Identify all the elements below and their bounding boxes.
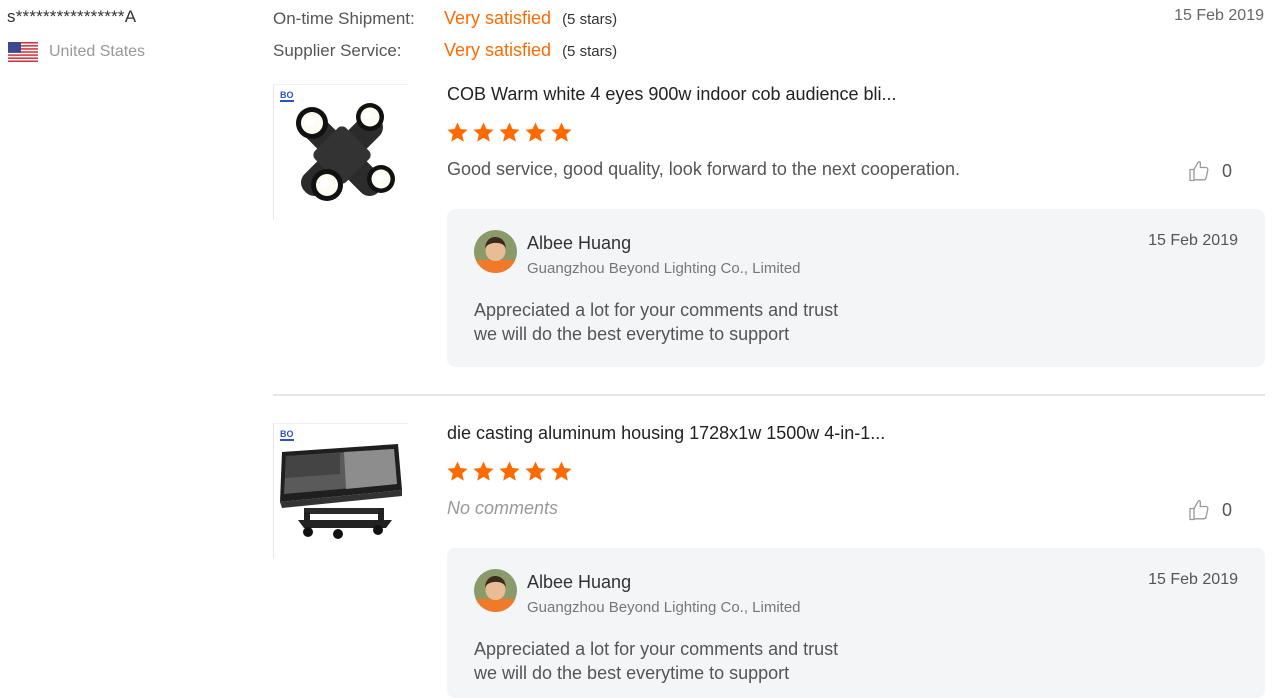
star-icon (551, 461, 572, 481)
star-icon (551, 122, 572, 142)
supplier-ratings: On-time Shipment: Very satisfied (5 star… (273, 8, 617, 72)
reply-line: we will do the best everytime to support (474, 663, 790, 683)
country-name: United States (49, 43, 146, 60)
review-comment: No comments (447, 498, 559, 518)
rating-label: Supplier Service: (273, 41, 402, 60)
rating-stars-text: (5 stars) (562, 11, 618, 28)
rating-value: Very satisfied (444, 40, 552, 60)
product-image[interactable]: BO (273, 423, 409, 559)
like-count: 0 (1221, 499, 1232, 520)
like-button[interactable]: 0 (1187, 159, 1232, 183)
star-icon (525, 122, 546, 142)
reply-text: Appreciated a lot for your comments and … (474, 298, 838, 346)
review-comment: Good service, good quality, look forward… (447, 159, 960, 179)
reply-company: Guangzhou Beyond Lighting Co., Limited (527, 599, 801, 616)
brand-logo-text: BO (280, 90, 294, 100)
reply-text: Appreciated a lot for your comments and … (474, 637, 838, 685)
product-title-link[interactable]: COB Warm white 4 eyes 900w indoor cob au… (447, 84, 897, 105)
rating-service: Supplier Service: Very satisfied (5 star… (273, 40, 617, 72)
review-date: 15 Feb 2019 (1174, 7, 1264, 24)
rating-label: On-time Shipment: (273, 9, 415, 28)
product-rating-stars (446, 460, 573, 483)
led-panel-image: BO (280, 429, 402, 539)
product-title-link[interactable]: die casting aluminum housing 1728x1w 150… (447, 423, 885, 444)
reviewer-country: United States (8, 42, 145, 62)
reviewer-name: s****************A (7, 7, 137, 26)
reply-date: 15 Feb 2019 (1148, 571, 1238, 588)
reply-author: Albee Huang (527, 572, 632, 592)
rating-shipment: On-time Shipment: Very satisfied (5 star… (273, 8, 617, 40)
brand-logo-text: BO (280, 429, 294, 439)
like-count: 0 (1221, 160, 1232, 181)
star-icon (447, 122, 468, 142)
reply-date: 15 Feb 2019 (1148, 232, 1238, 249)
thumbs-up-icon (1189, 499, 1209, 521)
star-icon (499, 461, 520, 481)
rating-value: Very satisfied (444, 8, 552, 28)
us-flag-icon (8, 42, 38, 62)
reply-line: Appreciated a lot for your comments and … (474, 639, 839, 659)
star-icon (499, 122, 520, 142)
avatar (474, 230, 517, 273)
supplier-reply: Albee Huang Guangzhou Beyond Lighting Co… (447, 548, 1265, 698)
star-icon (473, 122, 494, 142)
reply-author: Albee Huang (527, 233, 632, 253)
rating-stars-text: (5 stars) (562, 43, 618, 60)
divider (273, 394, 1265, 396)
supplier-reply: Albee Huang Guangzhou Beyond Lighting Co… (447, 209, 1265, 367)
star-icon (525, 461, 546, 481)
product-image[interactable]: BO (273, 84, 409, 220)
star-icon (473, 461, 494, 481)
thumbs-up-icon (1189, 160, 1209, 182)
cob-light-image: BO (280, 90, 395, 201)
like-button[interactable]: 0 (1187, 498, 1232, 522)
product-rating-stars (446, 121, 573, 144)
reply-line: we will do the best everytime to support (474, 324, 790, 344)
star-icon (447, 461, 468, 481)
avatar (474, 569, 517, 612)
reply-company: Guangzhou Beyond Lighting Co., Limited (527, 260, 801, 277)
reply-line: Appreciated a lot for your comments and … (474, 300, 839, 320)
